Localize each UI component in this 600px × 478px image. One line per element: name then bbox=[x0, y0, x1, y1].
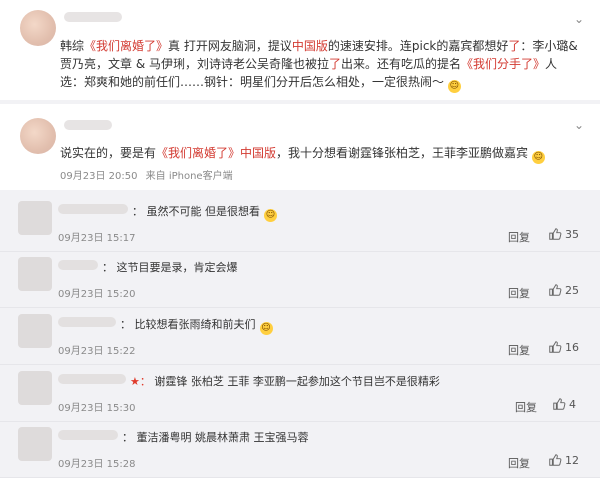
reply-body: 这节目要是录，肯定会爆 bbox=[116, 261, 238, 274]
chevron-down-icon[interactable]: ⌄ bbox=[574, 118, 584, 132]
like-button[interactable]: 35 bbox=[548, 227, 579, 241]
post-text: 说实在的，要是有《我们离婚了》中国版，我十分想看谢霆锋张柏芝，王菲李亚鹏做嘉宾 … bbox=[60, 144, 578, 164]
reply-text: ： 这节目要是录，肯定会爆 bbox=[102, 259, 238, 275]
username-blurred[interactable] bbox=[64, 12, 122, 22]
highlight-text[interactable]: 了 bbox=[508, 39, 520, 53]
reply-username-blurred[interactable] bbox=[58, 374, 126, 384]
reply-button[interactable]: 回复 bbox=[508, 342, 530, 358]
thumbs-up-icon bbox=[548, 283, 562, 297]
emoji-icon: ☺ bbox=[259, 322, 273, 335]
like-count: 35 bbox=[565, 227, 579, 241]
emoji-icon: ☺ bbox=[264, 209, 277, 222]
reply-item: ★： 谢霆锋 张柏芝 王菲 李亚鹏一起参加这个节目岂不是很精彩 09月23日 15… bbox=[0, 366, 600, 422]
reply-username-blurred[interactable] bbox=[58, 317, 116, 327]
reply-button[interactable]: 回复 bbox=[508, 285, 530, 301]
reply-prefix: ★： bbox=[130, 375, 155, 388]
text-segment: 出来。还有吃瓜的提名 bbox=[341, 57, 462, 71]
reply-time: 09月23日 15:17 bbox=[58, 233, 136, 244]
like-button[interactable]: 4 bbox=[552, 397, 576, 411]
reply-item: ： 这节目要是录，肯定会爆 09月23日 15:20 回复 25 bbox=[0, 252, 600, 308]
text-segment: ，我十分想看谢霆锋张柏芝，王菲李亚鹏做嘉宾 bbox=[276, 146, 529, 160]
text-segment: 真 打开网友脑洞，提议 bbox=[168, 39, 292, 53]
reply-body: 董洁潘粤明 姚晨林萧肃 王宝强马蓉 bbox=[136, 431, 309, 444]
reply-button[interactable]: 回复 bbox=[508, 455, 530, 471]
user-avatar[interactable] bbox=[20, 10, 56, 46]
reply-time: 09月23日 15:20 bbox=[58, 289, 136, 300]
text-segment: 说实在的，要是有 bbox=[60, 146, 157, 160]
reply-username-blurred[interactable] bbox=[58, 204, 128, 214]
weibo-post-1: ⌄ 韩综《我们离婚了》真 打开网友脑洞，提议中国版的速速安排。连pick的嘉宾都… bbox=[0, 0, 600, 100]
reply-avatar[interactable] bbox=[18, 427, 52, 461]
username-blurred[interactable] bbox=[64, 120, 112, 130]
user-avatar[interactable] bbox=[20, 118, 56, 154]
post-source: 来自 iPhone客户端 bbox=[145, 171, 233, 182]
thumbs-up-icon bbox=[552, 397, 566, 411]
emoji-icon: ☺ bbox=[531, 151, 545, 164]
reply-time: 09月23日 15:30 bbox=[58, 403, 136, 414]
like-button[interactable]: 16 bbox=[548, 340, 579, 354]
thumbs-up-icon bbox=[548, 340, 562, 354]
reply-text: ： 虽然不可能 但是很想看 ☺ bbox=[132, 203, 277, 222]
reply-text: ： 董洁潘粤明 姚晨林萧肃 王宝强马蓉 bbox=[122, 429, 309, 445]
weibo-post-2: ⌄ 说实在的，要是有《我们离婚了》中国版，我十分想看谢霆锋张柏芝，王菲李亚鹏做嘉… bbox=[0, 104, 600, 190]
like-count: 16 bbox=[565, 340, 579, 354]
reply-avatar[interactable] bbox=[18, 201, 52, 235]
reply-button[interactable]: 回复 bbox=[515, 399, 537, 415]
post-meta: 09月23日 20:50 来自 iPhone客户端 bbox=[60, 167, 233, 182]
highlight-text[interactable]: 了 bbox=[329, 57, 341, 71]
thumbs-up-icon bbox=[548, 453, 562, 467]
reply-avatar[interactable] bbox=[18, 371, 52, 405]
reply-avatar[interactable] bbox=[18, 257, 52, 291]
reply-prefix: ： bbox=[120, 318, 135, 331]
divider bbox=[0, 364, 600, 365]
reply-body: 谢霆锋 张柏芝 王菲 李亚鹏一起参加这个节目岂不是很精彩 bbox=[154, 375, 440, 388]
like-count: 4 bbox=[569, 397, 576, 411]
reply-prefix: ： bbox=[132, 205, 147, 218]
reply-time: 09月23日 15:28 bbox=[58, 459, 136, 470]
reply-username-blurred[interactable] bbox=[58, 430, 118, 440]
text-segment: 的速速安排。连pick的嘉宾都想好 bbox=[327, 39, 509, 53]
post-text: 韩综《我们离婚了》真 打开网友脑洞，提议中国版的速速安排。连pick的嘉宾都想好… bbox=[60, 37, 578, 93]
reply-button[interactable]: 回复 bbox=[508, 229, 530, 245]
reply-list: ： 虽然不可能 但是很想看 ☺ 09月23日 15:17 回复 35： 这节目要是录，肯… bbox=[0, 196, 600, 478]
thumbs-up-icon bbox=[548, 227, 562, 241]
reply-body: 虽然不可能 但是很想看 bbox=[146, 205, 261, 218]
chevron-down-icon[interactable]: ⌄ bbox=[574, 12, 584, 26]
reply-item: ： 董洁潘粤明 姚晨林萧肃 王宝强马蓉 09月23日 15:28 回复 12 bbox=[0, 422, 600, 478]
like-button[interactable]: 25 bbox=[548, 283, 579, 297]
divider bbox=[0, 307, 600, 308]
reply-prefix: ： bbox=[102, 261, 117, 274]
like-count: 25 bbox=[565, 283, 579, 297]
highlight-text[interactable]: 《我们分手了》 bbox=[461, 57, 545, 71]
reply-prefix: ： bbox=[122, 431, 137, 444]
like-button[interactable]: 12 bbox=[548, 453, 579, 467]
highlight-text[interactable]: 《我们离婚了》中国版 bbox=[156, 146, 276, 160]
reply-item: ： 虽然不可能 但是很想看 ☺ 09月23日 15:17 回复 35 bbox=[0, 196, 600, 252]
reply-text: ★： 谢霆锋 张柏芝 王菲 李亚鹏一起参加这个节目岂不是很精彩 bbox=[130, 373, 440, 389]
like-count: 12 bbox=[565, 453, 579, 467]
reply-time: 09月23日 15:22 bbox=[58, 346, 136, 357]
reply-username-blurred[interactable] bbox=[58, 260, 98, 270]
highlight-text[interactable]: 中国版 bbox=[292, 39, 328, 53]
highlight-text[interactable]: 《我们离婚了》 bbox=[84, 39, 168, 53]
emoji-icon: ☺ bbox=[447, 80, 461, 93]
reply-avatar[interactable] bbox=[18, 314, 52, 348]
reply-item: ： 比较想看张雨绮和前夫们 ☺ 09月23日 15:22 回复 16 bbox=[0, 309, 600, 365]
reply-body: 比较想看张雨绮和前夫们 bbox=[134, 318, 256, 331]
reply-text: ： 比较想看张雨绮和前夫们 ☺ bbox=[120, 316, 273, 335]
text-segment: 韩综 bbox=[60, 39, 85, 53]
post-time: 09月23日 20:50 bbox=[60, 171, 138, 182]
